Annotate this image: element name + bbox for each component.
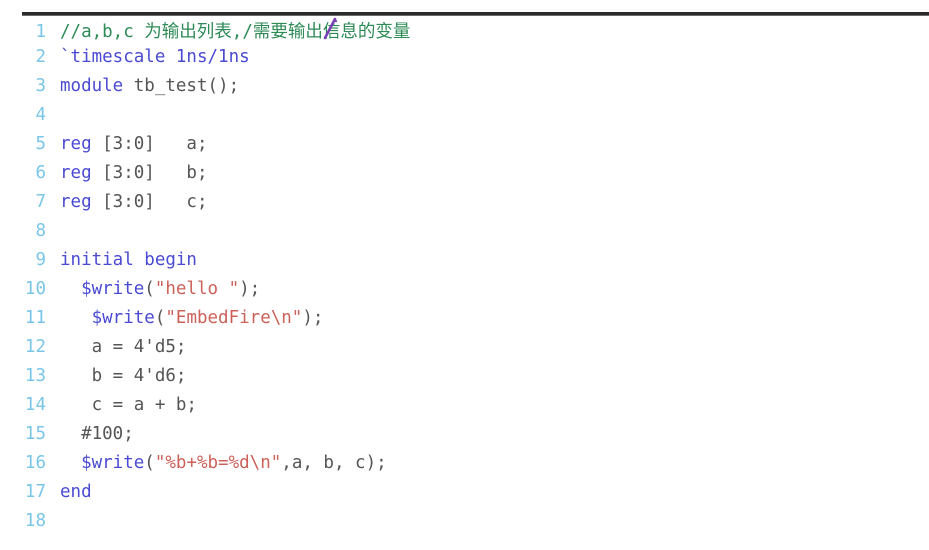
line-number: 9 xyxy=(35,250,46,270)
line-content[interactable]: end xyxy=(46,482,929,502)
token-str: "hello " xyxy=(154,279,240,299)
line-content[interactable]: $write("hello "); xyxy=(46,279,929,299)
line-number: 7 xyxy=(35,192,46,212)
code-line[interactable]: 9 initial begin xyxy=(0,250,929,279)
code-line[interactable]: 15 #100; xyxy=(0,424,929,453)
token-plain: ); xyxy=(302,308,324,328)
line-number: 11 xyxy=(24,308,46,328)
line-content[interactable]: module tb_test(); xyxy=(46,76,929,96)
token-kw: module xyxy=(60,76,124,96)
line-number: 18 xyxy=(24,511,46,531)
line-content[interactable]: reg [3:0] c; xyxy=(46,192,929,212)
scrolled-off-line-remnant: // a,b,c 为 输 出 xyxy=(0,0,929,11)
line-number: 12 xyxy=(24,337,46,357)
token-kw: reg xyxy=(60,163,92,183)
code-line[interactable]: 8 xyxy=(0,221,929,250)
token-plain: ( xyxy=(144,453,155,473)
token-plain: [3:0] c; xyxy=(91,192,208,212)
token-plain: ( xyxy=(154,308,166,328)
token-kw: reg xyxy=(60,192,92,212)
token-plain: [3:0] b; xyxy=(91,163,208,183)
token-plain: ); xyxy=(239,279,261,299)
line-number: 14 xyxy=(24,395,46,415)
code-line[interactable]: 1 //a,b,c 为输出列表,/需要输出信息的变量 xyxy=(0,18,929,47)
line-content[interactable]: b = 4'd6; xyxy=(46,366,929,386)
line-number: 8 xyxy=(35,221,46,241)
code-listing[interactable]: 1 //a,b,c 为输出列表,/需要输出信息的变量 2 `timescale 1ns… xyxy=(0,18,929,540)
line-number: 1 xyxy=(35,22,46,42)
code-line[interactable]: 13 b = 4'd6; xyxy=(0,366,929,395)
line-number: 13 xyxy=(24,366,46,386)
line-content[interactable]: $write("EmbedFire\n"); xyxy=(46,308,929,328)
token-plain: a = 4'd5; xyxy=(60,337,187,357)
line-number: 16 xyxy=(24,453,46,473)
code-line[interactable]: 4 xyxy=(0,105,929,134)
token-str: "%b+%b=%d\n" xyxy=(154,453,282,473)
line-content[interactable]: reg [3:0] a; xyxy=(46,134,929,154)
token-kw: $write xyxy=(60,279,145,299)
token-plain: ,a, b, c); xyxy=(281,453,387,473)
line-number: 2 xyxy=(35,47,46,67)
code-editor-screenshot: // a,b,c 为 输 出 1 //a,b,c 为输出列表,/需要输出信息的变量… xyxy=(0,0,929,550)
line-content[interactable]: #100; xyxy=(46,424,929,444)
code-line[interactable]: 18 xyxy=(0,511,929,540)
code-line[interactable]: 5 reg [3:0] a; xyxy=(0,134,929,163)
line-content[interactable]: `timescale 1ns/1ns xyxy=(46,47,929,67)
line-number: 10 xyxy=(24,279,46,299)
code-line[interactable]: 11 $write("EmbedFire\n"); xyxy=(0,308,929,337)
token-plain: c = a + b; xyxy=(60,395,197,415)
line-number: 3 xyxy=(35,76,46,96)
token-cmt: //a,b,c 为输出列表,/需要输出信息的变量 xyxy=(60,22,411,42)
token-kw: `timescale 1ns/1ns xyxy=(60,47,250,67)
token-kw: initial begin xyxy=(60,250,197,270)
code-line[interactable]: 3 module tb_test(); xyxy=(0,76,929,105)
line-content[interactable]: //a,b,c 为输出列表,/需要输出信息的变量 xyxy=(46,18,929,43)
code-line[interactable]: 10 $write("hello "); xyxy=(0,279,929,308)
horizontal-rule xyxy=(22,12,929,16)
line-content[interactable]: a = 4'd5; xyxy=(46,337,929,357)
token-kw: reg xyxy=(60,134,92,154)
line-content[interactable]: reg [3:0] b; xyxy=(46,163,929,183)
code-line[interactable]: 2 `timescale 1ns/1ns xyxy=(0,47,929,76)
token-plain: #100; xyxy=(60,424,134,444)
line-content[interactable]: c = a + b; xyxy=(46,395,929,415)
token-plain: tb_test(); xyxy=(123,76,240,96)
token-kw: end xyxy=(60,482,92,502)
line-number: 4 xyxy=(35,105,46,125)
code-line[interactable]: 7 reg [3:0] c; xyxy=(0,192,929,221)
code-line[interactable]: 12 a = 4'd5; xyxy=(0,337,929,366)
token-kw: $write xyxy=(60,308,155,328)
line-content[interactable]: $write("%b+%b=%d\n",a, b, c); xyxy=(46,453,929,473)
code-line[interactable]: 16 $write("%b+%b=%d\n",a, b, c); xyxy=(0,453,929,482)
token-str: "EmbedFire\n" xyxy=(165,308,303,328)
line-number: 15 xyxy=(24,424,46,444)
line-number: 6 xyxy=(35,163,46,183)
token-plain: b = 4'd6; xyxy=(60,366,187,386)
code-line[interactable]: 6 reg [3:0] b; xyxy=(0,163,929,192)
line-number: 5 xyxy=(35,134,46,154)
line-number: 17 xyxy=(24,482,46,502)
line-content[interactable]: initial begin xyxy=(46,250,929,270)
token-plain: [3:0] a; xyxy=(91,134,208,154)
code-line[interactable]: 14 c = a + b; xyxy=(0,395,929,424)
token-kw: $write xyxy=(60,453,145,473)
token-plain: ( xyxy=(144,279,155,299)
code-line[interactable]: 17 end xyxy=(0,482,929,511)
